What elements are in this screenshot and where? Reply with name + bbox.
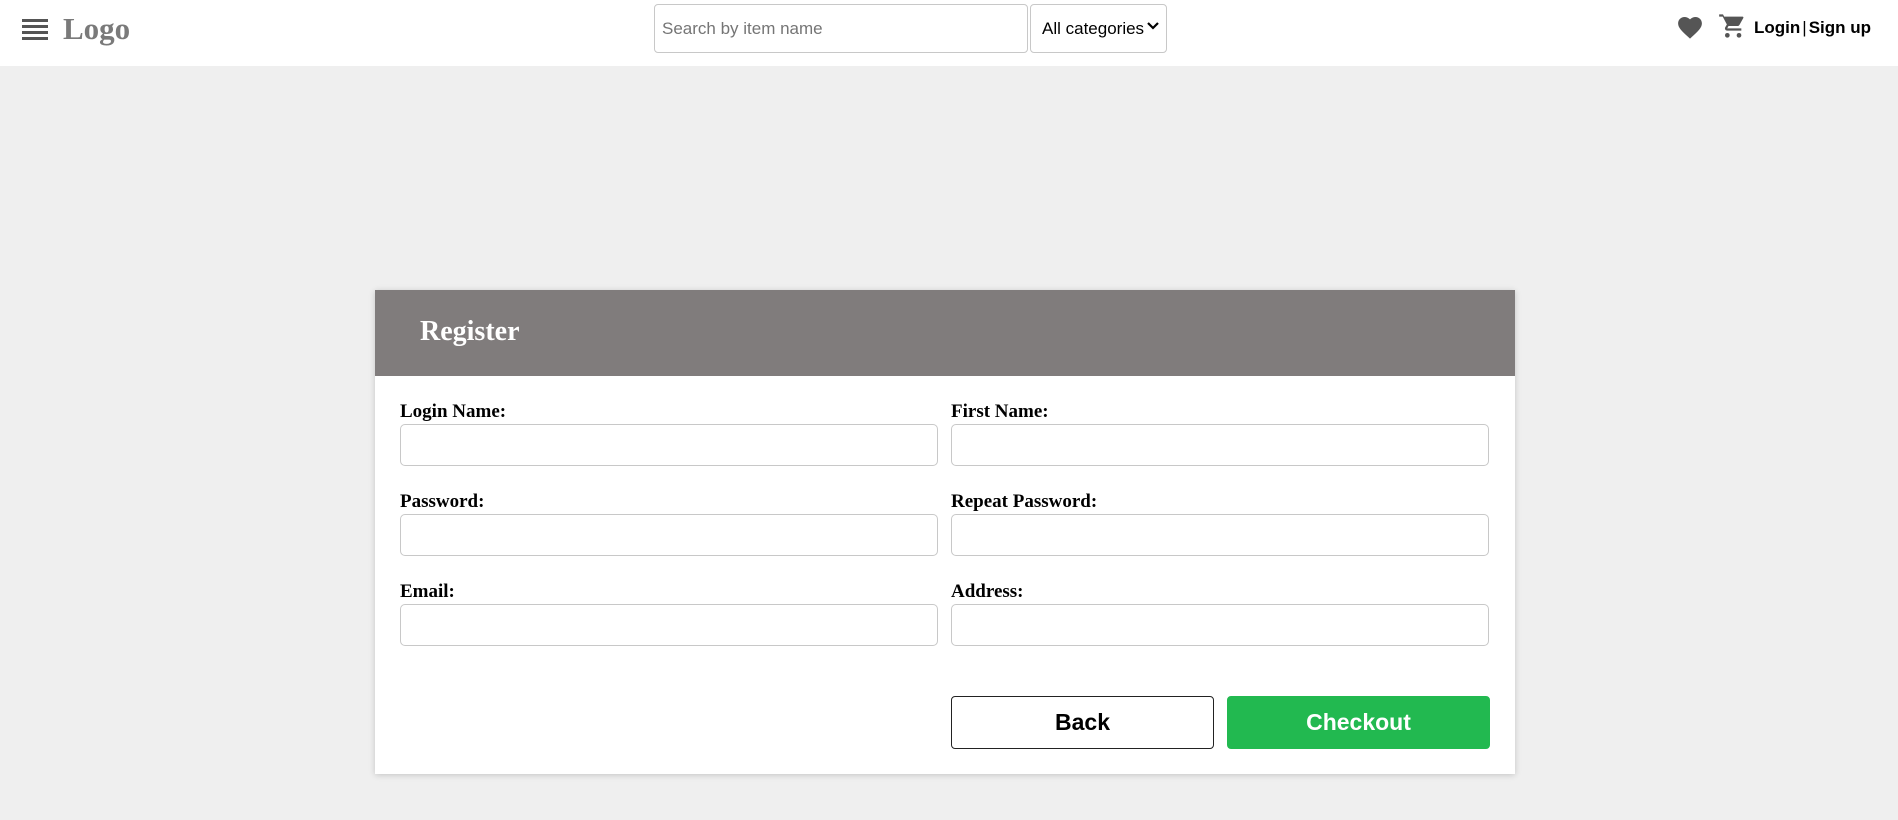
logo[interactable]: Logo xyxy=(63,11,130,47)
register-card-header: Register xyxy=(375,290,1515,376)
register-card: Register Login Name: First Name: Passwor… xyxy=(375,290,1515,774)
email-field[interactable] xyxy=(400,604,938,646)
cart-icon[interactable] xyxy=(1718,12,1746,40)
repeat-password-field[interactable] xyxy=(951,514,1489,556)
search-input[interactable] xyxy=(654,4,1028,53)
login-name-label: Login Name: xyxy=(400,401,507,422)
address-label: Address: xyxy=(951,581,1024,602)
category-select[interactable]: All categories xyxy=(1030,4,1167,53)
email-label: Email: xyxy=(400,581,455,602)
auth-links: Login | Sign up xyxy=(1754,18,1871,38)
address-field[interactable] xyxy=(951,604,1489,646)
login-name-field[interactable] xyxy=(400,424,938,466)
top-navigation-bar: Logo All categories Login|Sign up xyxy=(0,0,1898,66)
back-button[interactable]: Back xyxy=(951,696,1214,749)
auth-separator: | xyxy=(1802,18,1807,37)
password-label: Password: xyxy=(400,491,485,512)
menu-icon[interactable] xyxy=(22,19,48,40)
password-field[interactable] xyxy=(400,514,938,556)
checkout-button[interactable]: Checkout xyxy=(1227,696,1490,749)
category-selected-value: All categories xyxy=(1042,18,1145,38)
repeat-password-label: Repeat Password: xyxy=(951,491,1098,512)
page-title: Register xyxy=(420,316,520,347)
chevron-down-icon xyxy=(1147,22,1159,30)
first-name-label: First Name: xyxy=(951,401,1049,422)
heart-icon[interactable] xyxy=(1676,14,1704,40)
login-link[interactable]: Login xyxy=(1754,18,1800,37)
signup-link[interactable]: Sign up xyxy=(1809,18,1871,37)
first-name-field[interactable] xyxy=(951,424,1489,466)
